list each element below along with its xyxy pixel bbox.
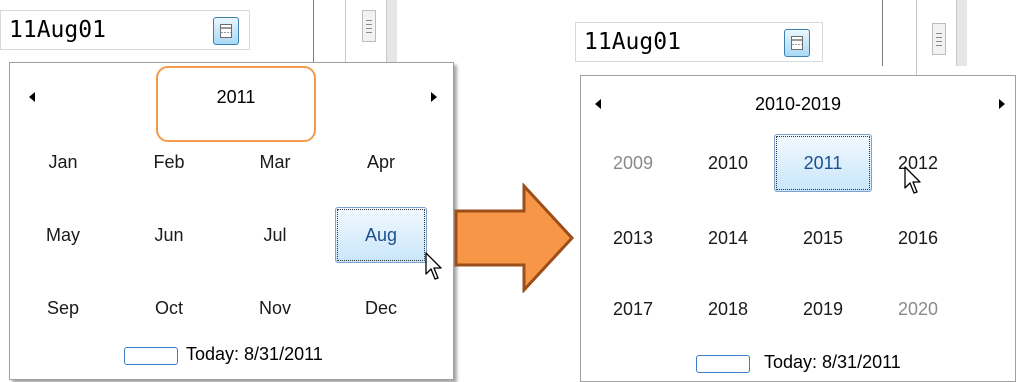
calendar-icon[interactable] <box>784 29 810 57</box>
date-input[interactable]: 11Aug01 <box>0 10 250 50</box>
right-arrow-icon[interactable] <box>999 99 1005 109</box>
today-link[interactable]: Today: 8/31/2011 <box>764 352 901 373</box>
year-cell[interactable]: 2017 <box>584 280 682 338</box>
month-cell[interactable]: Jun <box>123 207 215 263</box>
today-link[interactable]: Today: 8/31/2011 <box>186 344 323 365</box>
month-cell[interactable]: Dec <box>335 280 427 336</box>
calendar-header-decade[interactable]: 2010-2019 <box>755 94 841 115</box>
grid-line <box>882 0 883 66</box>
right-arrow-icon[interactable] <box>431 92 437 102</box>
month-cell[interactable]: Aug <box>335 207 427 263</box>
mouse-cursor-icon <box>425 252 442 280</box>
highlight-box <box>156 66 316 142</box>
year-cell[interactable]: 2015 <box>774 209 872 267</box>
month-calendar-popup: 2011 Jan Feb Mar Apr May Jun Jul Aug Sep Oct Nov De… <box>9 62 454 380</box>
month-cell[interactable]: Sep <box>17 280 109 336</box>
year-cell[interactable]: 2016 <box>869 209 967 267</box>
year-cell[interactable]: 2013 <box>584 209 682 267</box>
year-cell[interactable]: 2011 <box>774 134 872 192</box>
left-arrow-icon[interactable] <box>595 99 601 109</box>
year-cell[interactable]: 2020 <box>869 280 967 338</box>
month-cell[interactable]: Mar <box>229 134 321 190</box>
column-grip-icon[interactable] <box>932 23 946 55</box>
year-cell[interactable]: 2014 <box>679 209 777 267</box>
month-cell[interactable]: Jan <box>17 134 109 190</box>
month-cell[interactable]: Oct <box>123 280 215 336</box>
orange-right-arrow-icon <box>454 183 575 293</box>
grid-column-edge <box>386 0 397 66</box>
grid-column-edge <box>956 0 967 66</box>
decade-calendar-popup: 2010-2019 2009 2010 2011 2012 2013 2014 2015 20… <box>580 75 1016 382</box>
month-cell[interactable]: Apr <box>335 134 427 190</box>
calendar-icon[interactable] <box>213 17 239 45</box>
date-input[interactable]: 11Aug01 <box>575 22 823 62</box>
year-cell[interactable]: 2018 <box>679 280 777 338</box>
today-swatch <box>696 355 750 373</box>
column-grip-icon[interactable] <box>362 10 376 42</box>
left-arrow-icon[interactable] <box>29 92 35 102</box>
grid-line <box>313 0 314 66</box>
month-cell[interactable]: Nov <box>229 280 321 336</box>
mouse-cursor-icon <box>904 166 921 194</box>
year-cell[interactable]: 2019 <box>774 280 872 338</box>
year-cell[interactable]: 2010 <box>679 134 777 192</box>
month-cell[interactable]: Feb <box>123 134 215 190</box>
month-cell[interactable]: May <box>17 207 109 263</box>
today-swatch <box>124 347 178 365</box>
year-cell[interactable]: 2009 <box>584 134 682 192</box>
month-cell[interactable]: Jul <box>229 207 321 263</box>
date-input-value: 11Aug01 <box>584 29 681 55</box>
grid-line <box>916 0 917 82</box>
date-input-value: 11Aug01 <box>9 17 106 43</box>
